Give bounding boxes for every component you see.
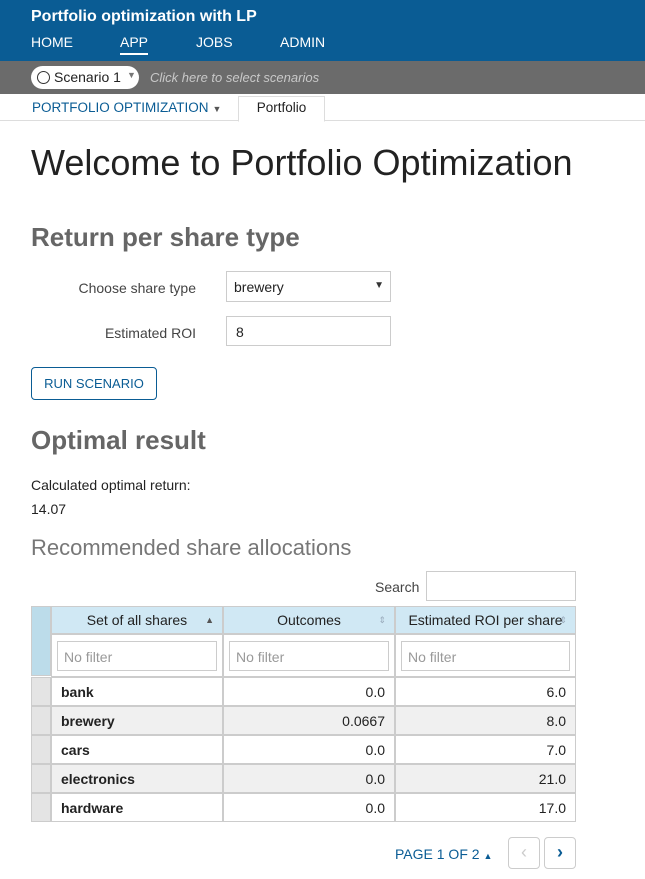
caret-down-icon: ▼ — [212, 104, 222, 114]
row-selector[interactable] — [31, 735, 51, 764]
cell-outcome: 0.0 — [223, 677, 395, 706]
cell-share: electronics — [51, 764, 223, 793]
dashboard-tabs: PORTFOLIO OPTIMIZATION ▼ Portfolio — [0, 94, 645, 122]
dashboard-menu[interactable]: PORTFOLIO OPTIMIZATION ▼ — [32, 100, 221, 115]
column-header-shares[interactable]: Set of all shares ▲ — [51, 606, 223, 634]
column-header-outcomes[interactable]: Outcomes ⇕ — [223, 606, 395, 634]
dashboard-menu-label: PORTFOLIO OPTIMIZATION — [32, 100, 209, 115]
run-scenario-button[interactable]: RUN SCENARIO — [31, 367, 157, 400]
filter-input-outcomes[interactable]: No filter — [229, 641, 389, 671]
column-header-roi[interactable]: Estimated ROI per share ⇕ — [395, 606, 576, 634]
row-selector[interactable] — [31, 677, 51, 706]
result-label: Calculated optimal return: — [31, 477, 191, 493]
share-type-select[interactable]: brewery ▼ — [226, 271, 391, 302]
cell-share: hardware — [51, 793, 223, 822]
table-row[interactable]: bank 0.0 6.0 — [31, 677, 576, 706]
radio-circle-icon — [37, 71, 50, 84]
column-header-label: Estimated ROI per share — [408, 612, 563, 628]
sort-asc-icon: ▲ — [205, 615, 214, 625]
row-selector-header[interactable] — [31, 606, 51, 676]
column-header-label: Set of all shares — [86, 612, 188, 628]
prev-page-button[interactable]: ‹ — [508, 837, 540, 869]
caret-up-icon: ▲ — [483, 851, 493, 861]
chevron-right-icon: › — [557, 842, 563, 862]
chevron-left-icon: ‹ — [521, 842, 527, 862]
table-row[interactable]: electronics 0.0 21.0 — [31, 764, 576, 793]
table-row[interactable]: brewery 0.0667 8.0 — [31, 706, 576, 735]
roi-input[interactable]: 8 — [226, 316, 391, 346]
allocations-title: Recommended share allocations — [31, 535, 352, 560]
roi-label: Estimated ROI — [104, 325, 196, 341]
scenario-bar: Scenario 1 ▼ Click here to select scenar… — [0, 61, 645, 94]
table-row[interactable]: cars 0.0 7.0 — [31, 735, 576, 764]
scenario-hint[interactable]: Click here to select scenarios — [150, 70, 319, 85]
row-selector[interactable] — [31, 764, 51, 793]
page-indicator[interactable]: PAGE 1 OF 2 ▲ — [395, 846, 492, 862]
scenario-selector[interactable]: Scenario 1 ▼ — [31, 66, 139, 89]
app-header: Portfolio optimization with LP HOME APP … — [0, 0, 645, 61]
table-row[interactable]: hardware 0.0 17.0 — [31, 793, 576, 822]
cell-outcome: 0.0667 — [223, 706, 395, 735]
caret-down-icon: ▼ — [127, 70, 136, 80]
filter-input-shares[interactable]: No filter — [57, 641, 217, 671]
row-selector[interactable] — [31, 793, 51, 822]
cell-share: bank — [51, 677, 223, 706]
tab-portfolio[interactable]: Portfolio — [238, 96, 325, 122]
filter-cell-roi: No filter — [395, 634, 576, 677]
cell-outcome: 0.0 — [223, 764, 395, 793]
cell-share: cars — [51, 735, 223, 764]
filter-input-roi[interactable]: No filter — [401, 641, 570, 671]
cell-outcome: 0.0 — [223, 793, 395, 822]
section-return-title: Return per share type — [31, 222, 300, 252]
nav-home[interactable]: HOME — [31, 34, 73, 50]
nav-app[interactable]: APP — [120, 34, 149, 55]
page-title: Welcome to Portfolio Optimization — [31, 142, 573, 183]
result-value: 14.07 — [31, 501, 67, 517]
sort-arrows-icon: ⇕ — [559, 615, 567, 625]
sort-arrows-icon: ⇕ — [378, 615, 386, 625]
page-label: PAGE 1 OF 2 — [395, 846, 480, 862]
cell-share: brewery — [51, 706, 223, 735]
row-selector[interactable] — [31, 706, 51, 735]
nav-jobs[interactable]: JOBS — [196, 34, 233, 50]
next-page-button[interactable]: › — [544, 837, 576, 869]
cell-roi: 8.0 — [395, 706, 576, 735]
column-header-label: Outcomes — [277, 612, 341, 628]
app-title: Portfolio optimization with LP — [31, 8, 257, 25]
cell-roi: 21.0 — [395, 764, 576, 793]
dropdown-arrow-icon: ▼ — [374, 280, 384, 291]
filter-cell-shares: No filter — [51, 634, 223, 677]
search-input[interactable] — [426, 571, 576, 601]
scenario-name: Scenario 1 — [54, 69, 121, 85]
section-result-title: Optimal result — [31, 425, 206, 455]
share-type-label: Choose share type — [78, 280, 196, 296]
cell-roi: 17.0 — [395, 793, 576, 822]
nav-admin[interactable]: ADMIN — [280, 34, 325, 50]
share-type-value: brewery — [234, 279, 284, 295]
cell-roi: 7.0 — [395, 735, 576, 764]
cell-outcome: 0.0 — [223, 735, 395, 764]
filter-cell-outcomes: No filter — [223, 634, 395, 677]
cell-roi: 6.0 — [395, 677, 576, 706]
search-label: Search — [375, 579, 420, 595]
